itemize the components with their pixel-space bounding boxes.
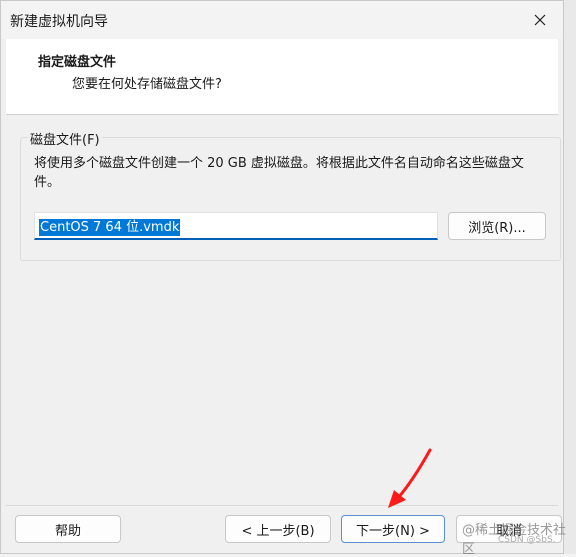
wizard-window: 新建虚拟机向导 指定磁盘文件 您要在何处存储磁盘文件? 磁盘文件(F) 将使用多… bbox=[0, 0, 564, 554]
close-icon bbox=[534, 14, 546, 26]
browse-button[interactable]: 浏览(R)... bbox=[448, 212, 546, 240]
background-window-edge bbox=[564, 0, 576, 554]
annotation-arrow-icon bbox=[388, 448, 432, 508]
title-bar[interactable]: 新建虚拟机向导 bbox=[1, 1, 563, 39]
disk-filename-selected-text: CentOS 7 64 位.vmdk bbox=[39, 219, 181, 236]
disk-filename-input[interactable]: CentOS 7 64 位.vmdk bbox=[34, 212, 438, 240]
disk-file-group: 磁盘文件(F) 将使用多个磁盘文件创建一个 20 GB 虚拟磁盘。将根据此文件名… bbox=[20, 129, 561, 261]
page-subtitle: 您要在何处存储磁盘文件? bbox=[72, 77, 222, 92]
close-button[interactable] bbox=[517, 1, 563, 39]
footer-divider bbox=[6, 505, 558, 506]
window-title: 新建虚拟机向导 bbox=[10, 14, 108, 30]
disk-file-group-label: 磁盘文件(F) bbox=[28, 129, 102, 148]
page-title: 指定磁盘文件 bbox=[38, 55, 117, 70]
wizard-header: 指定磁盘文件 您要在何处存储磁盘文件? bbox=[6, 39, 558, 115]
help-button[interactable]: 帮助 bbox=[15, 515, 121, 543]
watermark-small: CSDN @SbS. bbox=[498, 535, 556, 545]
back-button[interactable]: < 上一步(B) bbox=[225, 515, 331, 543]
next-button[interactable]: 下一步(N) > bbox=[341, 515, 445, 543]
disk-file-description: 将使用多个磁盘文件创建一个 20 GB 虚拟磁盘。将根据此文件名自动命名这些磁盘… bbox=[34, 156, 524, 190]
